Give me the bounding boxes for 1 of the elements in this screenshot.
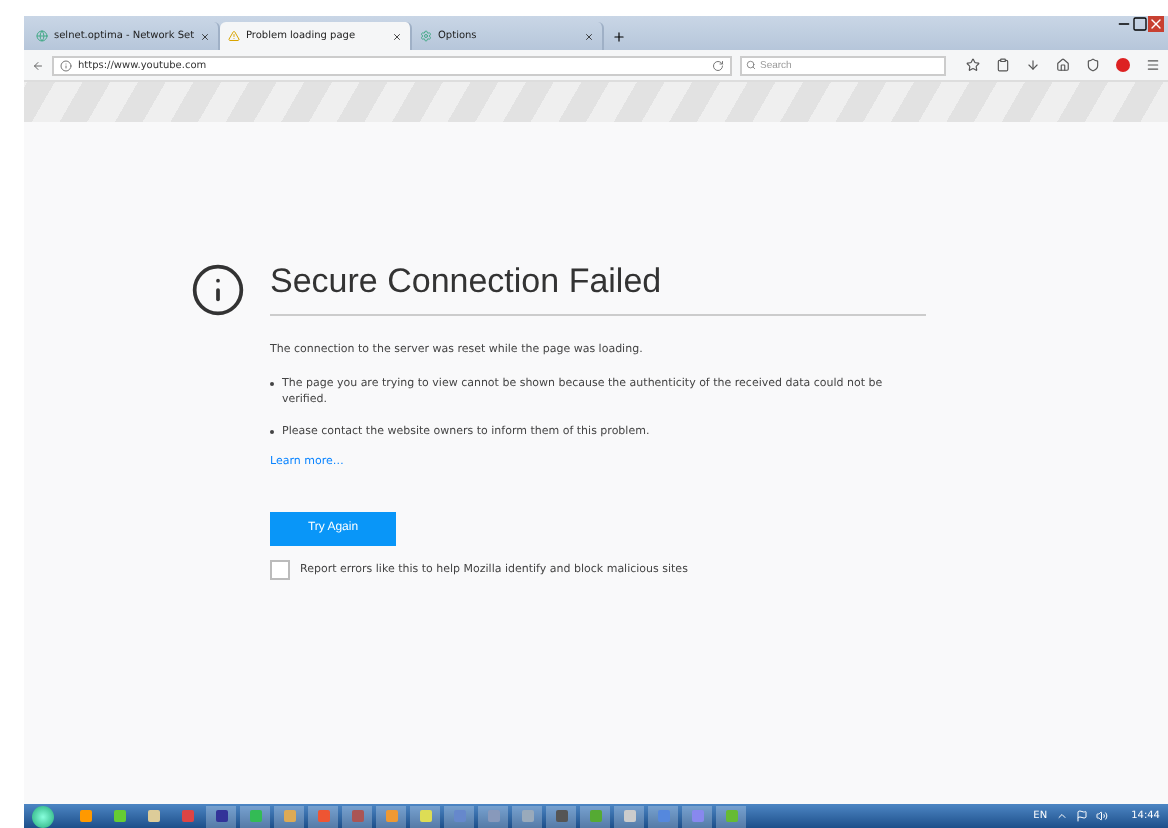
error-title: Secure Connection Failed bbox=[270, 262, 926, 316]
